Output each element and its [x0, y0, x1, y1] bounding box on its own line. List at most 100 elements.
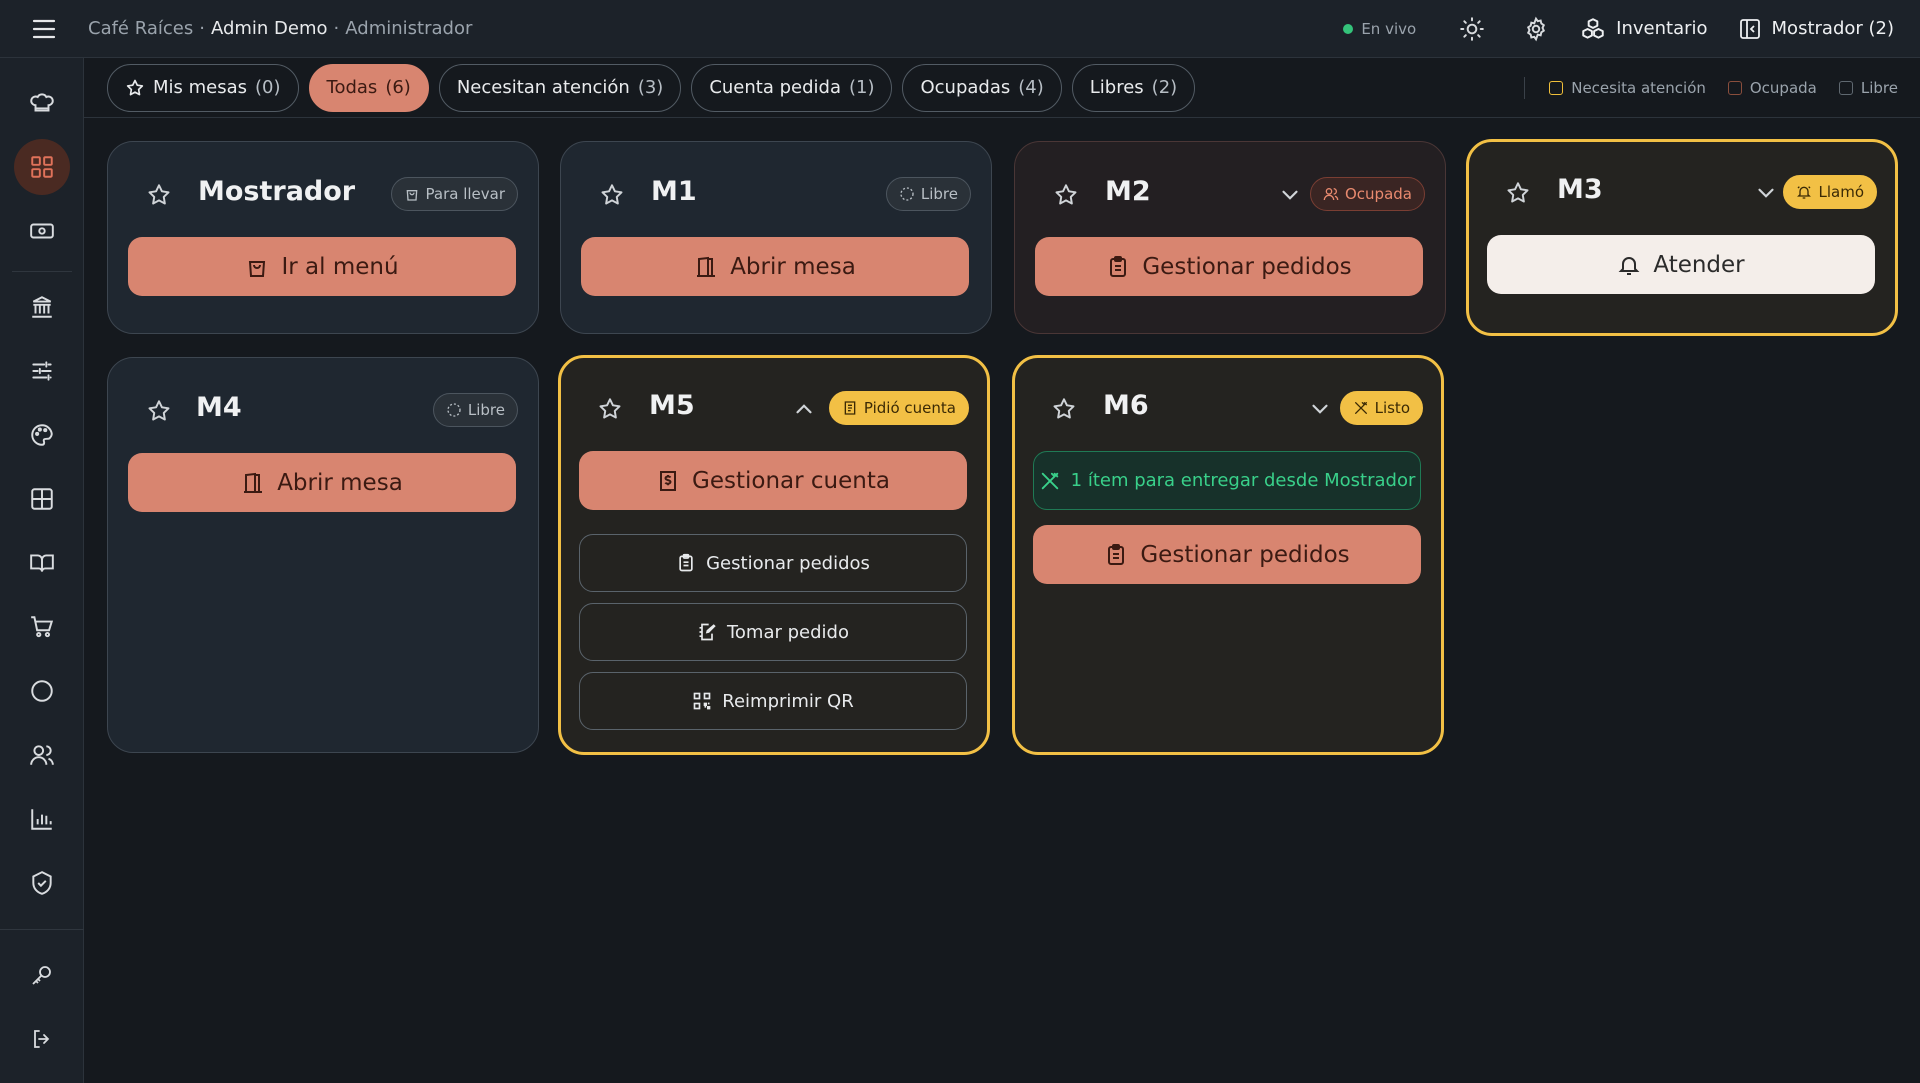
sidebar-item-payments[interactable] [14, 203, 70, 259]
live-status: En vivo [1343, 20, 1416, 38]
table-name: M2 [1105, 176, 1151, 207]
clipboard-list-icon [1110, 255, 1127, 277]
status-legend: Necesita atención Ocupada Libre [1524, 76, 1920, 99]
legend-occupied: Ocupada [1727, 79, 1817, 97]
manage-bill-button[interactable]: Gestionar cuenta [579, 451, 967, 510]
free-swatch [1838, 80, 1853, 95]
counter-label: Mostrador (2) [1771, 18, 1894, 39]
utensils-crossed-icon [1354, 402, 1367, 414]
button-label: Abrir mesa [730, 253, 856, 280]
manage-orders-button[interactable]: Gestionar pedidos [579, 534, 967, 592]
chip-label: Necesitan atención [456, 77, 630, 98]
favorite-star-icon[interactable] [597, 396, 623, 422]
settings-button[interactable] [1504, 0, 1568, 58]
status-badge: Listo [1339, 391, 1423, 425]
chip-count: (3) [637, 77, 664, 98]
button-label: Gestionar cuenta [692, 467, 890, 494]
bank-icon [32, 296, 52, 318]
logout-button[interactable] [14, 1011, 70, 1067]
chevron-down-icon[interactable] [1753, 180, 1779, 206]
dashed-circle-icon [900, 187, 914, 201]
badge-label: Libre [467, 401, 505, 419]
layout-grid-icon [31, 488, 53, 510]
notice-label: 1 ítem para entregar desde Mostrador [1070, 470, 1416, 491]
attention-swatch [1549, 80, 1564, 95]
manage-orders-button[interactable]: Gestionar pedidos [1035, 237, 1423, 296]
bell-icon [1618, 256, 1640, 275]
favorite-star-icon[interactable] [1053, 182, 1079, 208]
key-icon [32, 966, 51, 985]
badge-label: Libre [920, 185, 958, 203]
filter-chip-free[interactable]: Libres (2) [1071, 63, 1196, 112]
attend-button[interactable]: Atender [1487, 235, 1875, 294]
filter-bar: Mis mesas (0) Todas (6) Necesitan atenci… [84, 58, 1920, 118]
hamburger-menu-button[interactable] [0, 0, 88, 58]
inventory-label: Inventario [1616, 18, 1708, 39]
badge-label: Para llevar [425, 185, 506, 203]
filter-chip-my-tables[interactable]: Mis mesas (0) [107, 63, 299, 112]
button-label: Gestionar pedidos [706, 552, 870, 574]
sidebar-item-bank[interactable] [14, 279, 70, 335]
star-icon [126, 79, 144, 95]
favorite-star-icon[interactable] [1505, 180, 1531, 206]
open-table-button[interactable]: Abrir mesa [128, 453, 516, 512]
sidebar-item-adjustments[interactable] [14, 343, 70, 399]
filter-chip-need-attention[interactable]: Necesitan atención (3) [438, 63, 682, 112]
chef-hat-icon [30, 93, 54, 112]
panel-left-icon [1739, 18, 1760, 39]
table-card-m6: M6 Listo 1 ítem para entregar desde Most… [1012, 355, 1444, 755]
sidebar-item-keys[interactable] [14, 947, 70, 1003]
status-badge: Ocupada [1310, 177, 1425, 211]
favorite-star-icon[interactable] [146, 398, 172, 424]
sidebar-item-security[interactable] [14, 855, 70, 911]
chevron-down-icon[interactable] [1307, 396, 1333, 422]
table-name: M6 [1103, 390, 1149, 421]
button-label: Abrir mesa [277, 469, 403, 496]
sidebar-item-theme[interactable] [14, 407, 70, 463]
go-to-menu-button[interactable]: Ir al menú [128, 237, 516, 296]
status-badge: Pidió cuenta [828, 391, 969, 425]
badge-label: Listo [1374, 399, 1410, 417]
sidebar-item-reports[interactable] [14, 791, 70, 847]
counter-panel-link[interactable]: Mostrador (2) [1738, 17, 1894, 41]
table-card-m3: M3 Llamó Atender [1466, 139, 1898, 336]
badge-label: Llamó [1818, 183, 1864, 201]
qr-code-icon [693, 692, 711, 710]
favorite-star-icon[interactable] [1051, 396, 1077, 422]
breadcrumb-separator: · [199, 18, 205, 39]
legend-label: Necesita atención [1571, 78, 1706, 97]
table-card-m5: M5 Pidió cuenta Gestionar cuenta Gestion… [558, 355, 990, 755]
filter-chip-bill-requested[interactable]: Cuenta pedida (1) [691, 63, 893, 112]
legend-label: Libre [1860, 78, 1898, 97]
chip-count: (6) [385, 77, 411, 98]
legend-free: Libre [1838, 78, 1898, 97]
chip-label: Cuenta pedida [709, 77, 841, 98]
dashed-circle-icon [447, 403, 461, 417]
chevron-up-icon[interactable] [791, 396, 817, 422]
take-order-button[interactable]: Tomar pedido [579, 603, 967, 661]
theme-toggle-button[interactable] [1440, 0, 1504, 58]
filter-chip-occupied[interactable]: Ocupadas (4) [902, 63, 1062, 112]
sidebar-item-tables[interactable] [14, 139, 70, 195]
sidebar-item-menu[interactable] [14, 535, 70, 591]
favorite-star-icon[interactable] [599, 182, 625, 208]
reprint-qr-button[interactable]: Reimprimir QR [579, 672, 967, 730]
sidebar-item-users[interactable] [14, 727, 70, 783]
favorite-star-icon[interactable] [146, 182, 172, 208]
boxes-icon [1582, 17, 1604, 39]
manage-orders-button[interactable]: Gestionar pedidos [1033, 525, 1421, 584]
shopping-bag-icon [249, 260, 266, 277]
palette-icon [31, 424, 53, 446]
sidebar-item-floor[interactable] [14, 471, 70, 527]
cash-icon [30, 223, 54, 239]
chevron-down-icon[interactable] [1277, 182, 1303, 208]
sidebar-item-orders[interactable] [14, 599, 70, 655]
open-table-button[interactable]: Abrir mesa [581, 237, 969, 296]
sidebar-item-home[interactable] [14, 75, 70, 131]
cart-icon [31, 616, 54, 638]
sidebar-item-status[interactable] [14, 663, 70, 719]
sun-icon [1460, 16, 1484, 41]
menu-icon [32, 19, 56, 38]
inventory-link[interactable]: Inventario [1580, 16, 1708, 42]
filter-chip-all[interactable]: Todas (6) [308, 63, 429, 112]
